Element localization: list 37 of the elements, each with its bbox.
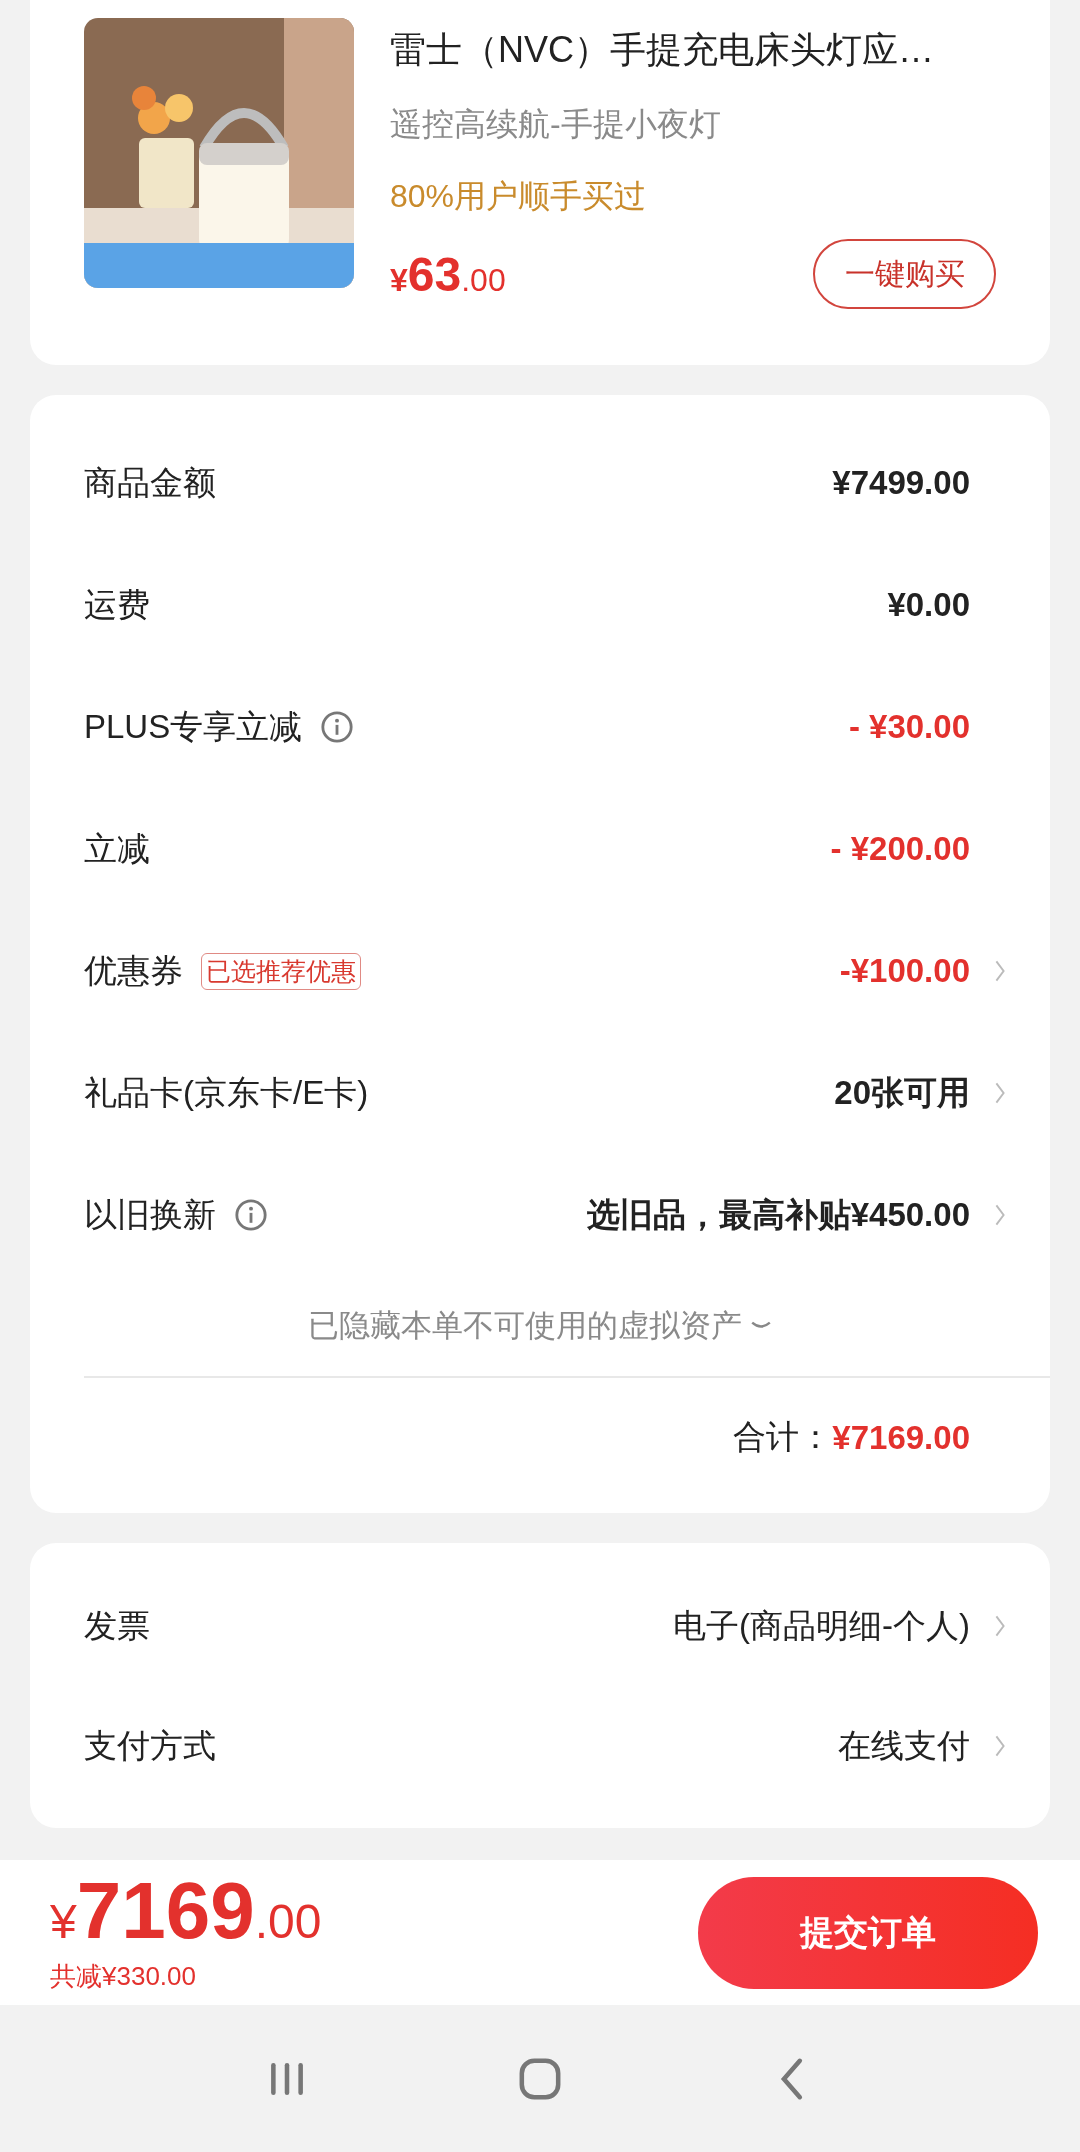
row-value: ¥0.00 [887,586,970,624]
row-value: -¥100.00 [839,952,970,990]
total-label: 合计： [733,1417,833,1457]
product-title: 雷士（NVC）手提充电床头灯应… [390,28,935,72]
row-value[interactable]: 在线支付 [838,1723,970,1769]
chevron-icon[interactable] [994,1080,1006,1106]
row-label: 以旧换新 [84,1194,216,1235]
row-label: PLUS专享立减 [84,706,303,747]
row-label: 礼品卡(京东卡/E卡) [84,1072,369,1113]
row-label: 商品金额 [84,462,216,503]
row-value: - ¥30.00 [848,708,970,746]
submit-order-button[interactable]: 提交订单 [698,1876,1038,1989]
row-value: - ¥200.00 [830,830,970,868]
chevron-icon[interactable] [994,1613,1006,1639]
total-value: ¥7169.00 [832,1418,970,1457]
product-price: ¥63.00 [390,246,506,302]
info-icon[interactable] [320,710,355,744]
coupon-tag: 已选推荐优惠 [201,952,361,990]
product-subtitle: 遥控高续航-手提小夜灯 [390,105,722,144]
chevron-icon[interactable] [994,958,1006,984]
social-proof: 80%用户顺手买过 [390,177,648,216]
info-icon[interactable] [234,1198,268,1232]
row-label: 支付方式 [84,1725,216,1766]
savings-text: 共减¥330.00 [50,1960,197,1993]
row-label: 立减 [84,828,150,869]
row-value[interactable]: 电子(商品明细-个人) [673,1603,970,1649]
hidden-assets-note[interactable]: 已隐藏本单不可使用的虚拟资产 [308,1305,742,1347]
chevron-icon[interactable] [994,1733,1006,1759]
row-value: ¥7499.00 [832,464,970,502]
row-label: 优惠券 [84,950,183,991]
chevron-icon[interactable] [994,1202,1006,1228]
row-value: 20张可用 [834,1072,970,1113]
row-value: 选旧品，最高补贴¥450.00 [586,1194,970,1235]
total-price: ¥7169.00 [50,1871,322,1951]
buy-now-button[interactable]: 一键购买 [813,239,996,309]
row-label: 运费 [84,584,150,625]
row-label: 发票 [84,1605,150,1646]
